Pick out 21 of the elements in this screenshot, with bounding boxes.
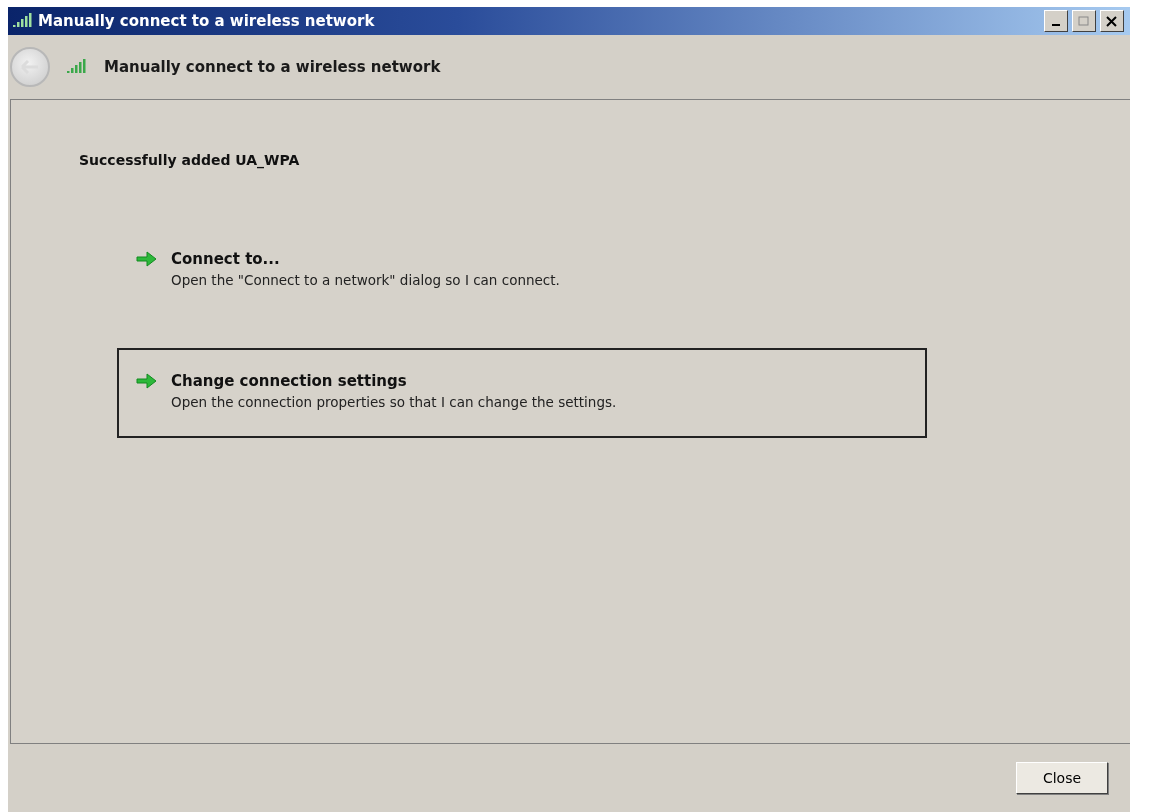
signal-bars-icon xyxy=(66,59,88,75)
minimize-button[interactable] xyxy=(1044,10,1068,32)
maximize-button[interactable] xyxy=(1072,10,1096,32)
header-title: Manually connect to a wireless network xyxy=(104,58,441,76)
option-description: Open the connection properties so that I can change the settings. xyxy=(171,394,617,410)
arrow-icon xyxy=(135,250,157,268)
option-title: Change connection settings xyxy=(171,372,408,390)
command-link[interactable]: Connect to... Open the "Connect to a network" dialog so I can connect. xyxy=(117,226,927,316)
option-title: Connect to... xyxy=(171,250,281,268)
maximize-icon xyxy=(1078,15,1090,27)
minimize-icon xyxy=(1052,24,1060,26)
arrow-icon xyxy=(135,372,157,390)
back-arrow-icon xyxy=(21,60,39,74)
close-button[interactable] xyxy=(1100,10,1124,32)
close-icon xyxy=(1106,15,1118,27)
status-message: Successfully added UA_WPA xyxy=(79,152,301,168)
command-link[interactable]: Change connection settings Open the connection properties so that I can change the settings. xyxy=(117,348,927,438)
window-title: Manually connect to a wireless network xyxy=(38,12,376,30)
dialog-button[interactable]: Close xyxy=(1016,762,1108,794)
option-description: Open the "Connect to a network" dialog so I can connect. xyxy=(171,272,560,288)
signal-bars-icon xyxy=(12,13,34,29)
